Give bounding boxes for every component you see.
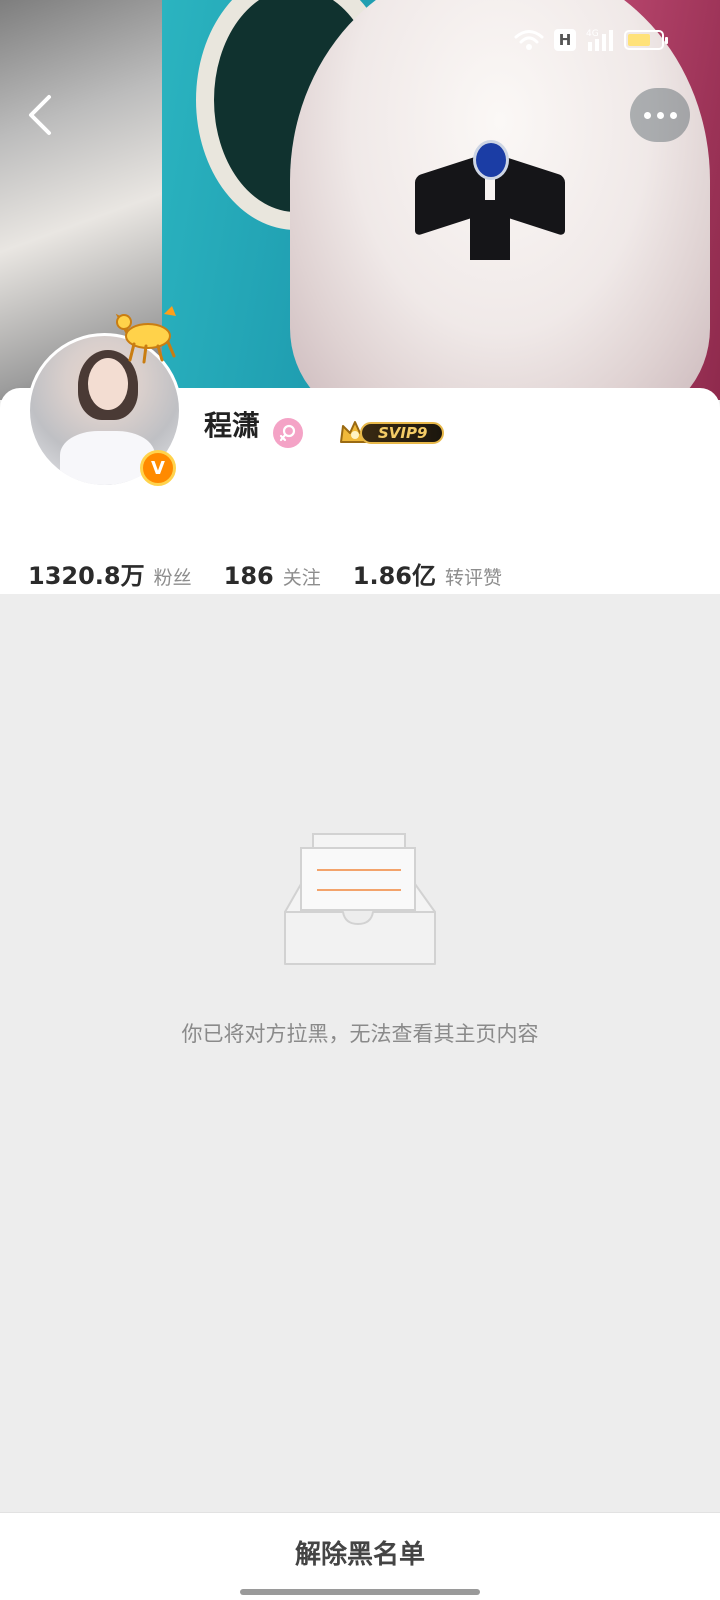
svip-badge[interactable]: SVIP9 <box>338 418 446 448</box>
stat-reposts-comments-likes[interactable]: 1.86亿 转评赞 <box>353 556 502 591</box>
signal-icon: 4G <box>586 29 613 51</box>
stat-followers[interactable]: 1320.8万 粉丝 <box>28 556 192 591</box>
verified-icon: V <box>140 450 176 486</box>
network-type-label: 4G <box>586 29 599 39</box>
back-icon <box>29 95 51 135</box>
svip-level-label: SVIP9 <box>360 422 444 444</box>
more-icon <box>643 111 651 119</box>
stat-label: 关注 <box>282 567 321 589</box>
female-icon <box>273 418 303 448</box>
stat-label: 转评赞 <box>444 567 502 589</box>
wifi-icon <box>514 30 544 50</box>
blocked-message: 你已将对方拉黑，无法查看其主页内容 <box>181 1022 539 1046</box>
stat-following[interactable]: 186 关注 <box>224 562 321 590</box>
empty-inbox-icon <box>284 833 436 965</box>
stat-value: 1320.8万 <box>28 562 145 590</box>
status-bar: H 4G <box>514 28 668 52</box>
horse-decoration-icon <box>115 306 176 364</box>
stat-label: 粉丝 <box>153 567 192 589</box>
user-name: 程潇 <box>204 409 261 442</box>
stat-value: 1.86亿 <box>352 562 436 590</box>
battery-icon <box>624 30 668 50</box>
home-indicator[interactable] <box>240 1589 480 1595</box>
network-badge: H <box>554 29 576 51</box>
unblock-button[interactable]: 解除黑名单 <box>0 1512 720 1592</box>
cover-bow <box>415 140 565 260</box>
profile-stats: 1320.8万 粉丝 186 关注 1.86亿 转评赞 <box>28 556 534 591</box>
back-button[interactable] <box>18 90 62 140</box>
more-button[interactable] <box>630 88 690 142</box>
stat-value: 186 <box>223 562 274 590</box>
